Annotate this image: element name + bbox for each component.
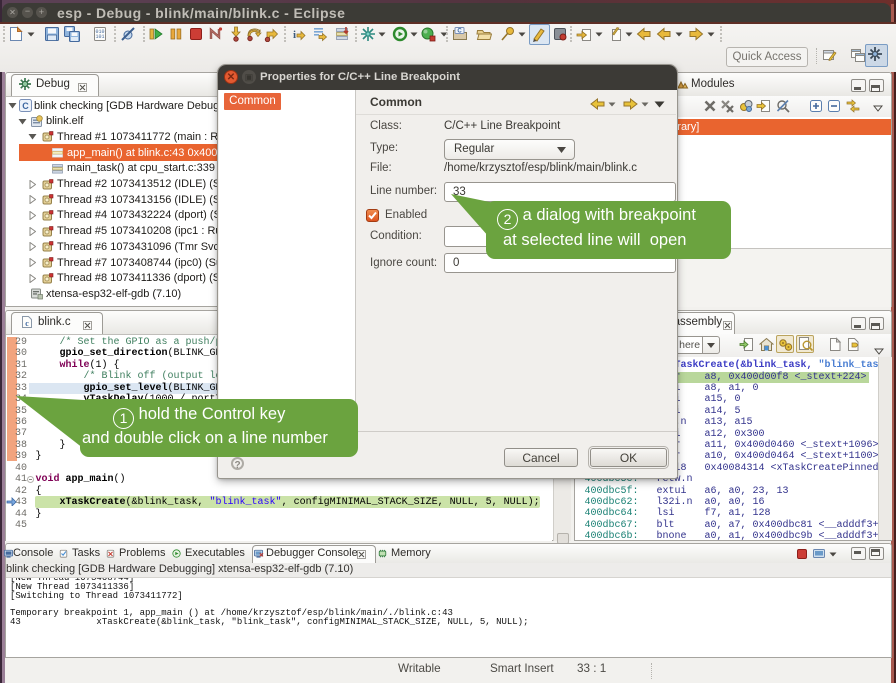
svg-text:C: C [22, 101, 29, 111]
svg-text:101: 101 [95, 34, 104, 40]
svg-text:C: C [457, 29, 462, 35]
svg-text:c: c [25, 319, 29, 328]
svg-text:i: i [293, 29, 296, 41]
